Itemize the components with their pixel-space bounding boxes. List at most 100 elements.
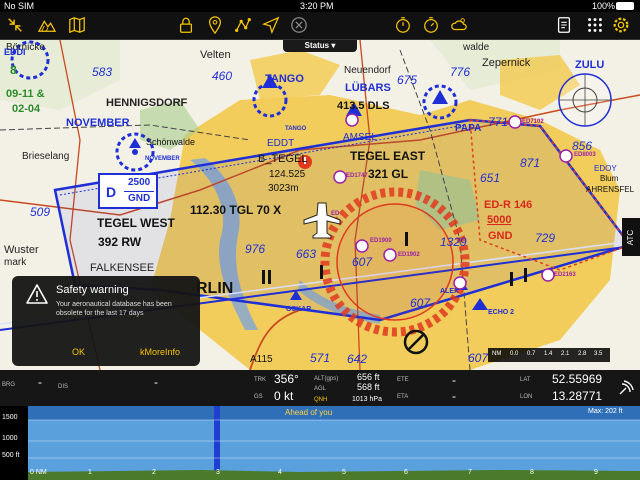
close-circle-icon[interactable]	[288, 14, 310, 36]
airport-label: EDDI	[4, 47, 26, 57]
elevation-label: 663	[296, 247, 317, 261]
navaid-label: TEGEL EAST	[350, 149, 426, 163]
dialog-message: Your aeronautical database has been obso…	[56, 301, 172, 317]
gs-label: GS	[254, 394, 263, 400]
airport-name-label: B_TEGEL	[258, 153, 308, 165]
agl-value: 568 ft	[357, 382, 380, 392]
gs-value: 0 kt	[274, 389, 294, 403]
atc-tab-label: ATC	[626, 229, 636, 245]
terrain-icon[interactable]	[36, 14, 58, 36]
elevation-label: 776	[450, 65, 471, 79]
town-label: walde	[463, 42, 490, 53]
carrier-text: No SIM	[4, 1, 35, 11]
document-icon[interactable]	[553, 14, 575, 36]
vfr-label: 09-11 &	[6, 88, 45, 100]
grid-menu-icon[interactable]	[584, 14, 606, 36]
warning-icon	[26, 284, 48, 304]
airport-label: EDDT	[267, 138, 295, 149]
lat-label: LAT	[520, 377, 531, 383]
brg-label: BRG	[2, 382, 16, 388]
scale-bar: NM 0.0 0.7 1.4 2.1 2.8 3.5	[488, 348, 610, 362]
town-label: Brieselang	[22, 151, 70, 162]
town-label: AHRENSFEL	[586, 185, 635, 194]
collapse-icon[interactable]	[4, 14, 26, 36]
scale-tick: 1.4	[544, 351, 553, 357]
elevation-label: 583	[92, 65, 113, 79]
dis-label: DIS	[58, 384, 69, 390]
atc-tab[interactable]: ATC	[622, 218, 640, 256]
trk-value: 356°	[274, 372, 299, 386]
route-icon[interactable]	[232, 14, 254, 36]
lon-value: 13.28771	[552, 389, 603, 403]
stopwatch-icon[interactable]	[392, 14, 414, 36]
clock-text: 3:20 PM	[300, 1, 334, 11]
restricted-area-label: ED-R 146	[484, 199, 533, 211]
lock-icon[interactable]	[175, 14, 197, 36]
distance-tick: 3	[216, 469, 220, 476]
dialog-ok-button[interactable]: OK	[72, 347, 85, 357]
weather-icon[interactable]	[448, 14, 470, 36]
town-label: HENNIGSDORF	[106, 97, 188, 109]
distance-tick: 8	[530, 469, 534, 476]
qnh-label: QNH	[314, 397, 328, 403]
town-label: Blum	[600, 174, 619, 183]
altitude-tick: 500 ft	[2, 452, 20, 459]
dialog-more-info-button[interactable]: kMoreInfo	[140, 347, 180, 357]
scale-tick: 0.7	[527, 351, 536, 357]
reporting-point-label: TANGO	[285, 126, 307, 132]
scale-tick: 3.5	[594, 351, 603, 357]
safety-warning-dialog: Safety warning Your aeronautical databas…	[12, 276, 200, 366]
navaid-label: 413.5 DLS	[337, 100, 390, 112]
town-label: Wuster	[4, 244, 39, 256]
elevation-label: 976	[245, 242, 266, 256]
distance-tick: 4	[278, 469, 282, 476]
town-label: FALKENSEE	[90, 262, 155, 274]
heliport-label: ED1747	[346, 173, 368, 179]
distance-tick: 6	[404, 469, 408, 476]
waypoint-pin-icon[interactable]	[204, 14, 226, 36]
airspace-class-label: D	[106, 184, 117, 200]
vfr-label: 02-04	[12, 103, 41, 115]
direct-to-icon[interactable]	[260, 14, 282, 36]
main-toolbar	[0, 12, 640, 40]
vfr-label: 8	[10, 63, 17, 77]
reporting-point-label: LÜBARS	[345, 82, 391, 94]
distance-tick: 2	[152, 469, 156, 476]
dis-value: -	[154, 375, 158, 389]
status-tab[interactable]: Status ▾	[283, 40, 357, 52]
scale-unit: NM	[492, 351, 502, 357]
scale-tick: 2.1	[561, 351, 570, 357]
alt-value: 656 ft	[357, 372, 380, 382]
lon-label: LON	[520, 394, 533, 400]
status-tab-label: Status	[304, 41, 330, 50]
frequency-label: 124.525	[269, 169, 306, 180]
heliport-label: ED	[331, 211, 340, 217]
timer-icon[interactable]	[420, 14, 442, 36]
scale-tick: 2.8	[578, 351, 587, 357]
reporting-point-label: AMSEL	[343, 132, 377, 143]
reporting-point-label: PAPA	[455, 123, 482, 134]
restricted-area-bottom: GND	[488, 230, 513, 242]
reporting-point-label: ALEX	[440, 288, 459, 295]
airspace-bottom-label: GND	[128, 193, 151, 204]
alt-label: ALT(gps)	[314, 376, 339, 382]
elevation-label: 571	[310, 351, 331, 365]
settings-icon[interactable]	[610, 14, 632, 36]
eta-label: ETA	[397, 394, 409, 400]
distance-tick: 7	[468, 469, 472, 476]
elevation-label: 642	[347, 352, 368, 366]
ahead-label: Ahead of you	[285, 408, 333, 417]
town-label: Zepernick	[482, 57, 531, 69]
altitude-tick: 1000	[2, 435, 18, 442]
gps-signal-icon[interactable]	[618, 380, 634, 396]
elevation-label: 460	[212, 69, 233, 83]
reporting-point-label: NOVEMBER	[145, 156, 180, 162]
elevation-label: 871	[520, 156, 541, 170]
map-book-icon[interactable]	[66, 14, 88, 36]
elevation-label: 771	[488, 115, 509, 129]
airport-label: EDOY	[594, 164, 617, 173]
distance-origin: 0 NM	[30, 469, 47, 476]
elevation-label: 729	[535, 231, 556, 245]
trk-label: TRK	[254, 377, 266, 383]
vertical-profile[interactable]: Ahead of you Max: 202 ft 1500 1000 500 f…	[0, 406, 640, 480]
